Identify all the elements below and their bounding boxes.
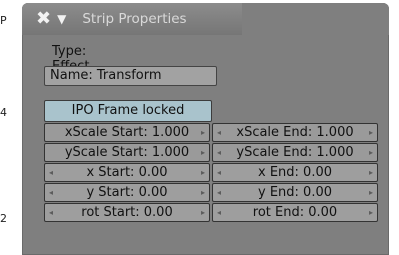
increment-arrow-icon[interactable]: ▸ xyxy=(201,144,205,161)
side-marker: P xyxy=(0,14,7,27)
stage: P 4 2 ✖ ▼ Strip Properties Type: Effect … xyxy=(0,0,399,255)
x-start-field[interactable]: ◂ x Start: 0.00 ▸ xyxy=(44,163,210,182)
side-marker: 2 xyxy=(0,212,7,225)
increment-arrow-icon[interactable]: ▸ xyxy=(369,184,373,201)
close-icon[interactable]: ✖ xyxy=(36,10,51,28)
rot-end-field[interactable]: ◂ rot End: 0.00 ▸ xyxy=(212,203,378,222)
yscale-end-field[interactable]: ◂ yScale End: 1.000 ▸ xyxy=(212,143,378,162)
field-label: y End: 0.00 xyxy=(258,185,332,200)
y-end-field[interactable]: ◂ y End: 0.00 ▸ xyxy=(212,183,378,202)
collapse-arrow-icon[interactable]: ▼ xyxy=(57,13,66,25)
decrement-arrow-icon[interactable]: ◂ xyxy=(217,124,221,141)
decrement-arrow-icon[interactable]: ◂ xyxy=(217,164,221,181)
increment-arrow-icon[interactable]: ▸ xyxy=(369,204,373,221)
decrement-arrow-icon[interactable]: ◂ xyxy=(217,184,221,201)
ipo-frame-locked-toggle[interactable]: IPO Frame locked xyxy=(44,100,212,122)
increment-arrow-icon[interactable]: ▸ xyxy=(201,184,205,201)
yscale-start-field[interactable]: yScale Start: 1.000 ▸ xyxy=(44,143,210,162)
decrement-arrow-icon[interactable]: ◂ xyxy=(217,144,221,161)
increment-arrow-icon[interactable]: ▸ xyxy=(369,144,373,161)
rot-start-field[interactable]: ◂ rot Start: 0.00 ▸ xyxy=(44,203,210,222)
increment-arrow-icon[interactable]: ▸ xyxy=(201,204,205,221)
field-row: ◂ x Start: 0.00 ▸ ◂ x End: 0.00 ▸ xyxy=(44,163,380,182)
decrement-arrow-icon[interactable]: ◂ xyxy=(49,164,53,181)
field-row: ◂ rot Start: 0.00 ▸ ◂ rot End: 0.00 ▸ xyxy=(44,203,380,222)
field-label: x End: 0.00 xyxy=(258,165,332,180)
x-end-field[interactable]: ◂ x End: 0.00 ▸ xyxy=(212,163,378,182)
field-label: rot End: 0.00 xyxy=(252,205,338,220)
field-label: x Start: 0.00 xyxy=(86,165,168,180)
field-label: yScale Start: 1.000 xyxy=(64,145,190,160)
field-label: xScale Start: 1.000 xyxy=(64,125,190,140)
field-row: ◂ y Start: 0.00 ▸ ◂ y End: 0.00 ▸ xyxy=(44,183,380,202)
field-row: xScale Start: 1.000 ▸ ◂ xScale End: 1.00… xyxy=(44,123,380,142)
decrement-arrow-icon[interactable]: ◂ xyxy=(49,184,53,201)
field-label: y Start: 0.00 xyxy=(86,185,168,200)
transform-fields-grid: xScale Start: 1.000 ▸ ◂ xScale End: 1.00… xyxy=(44,123,380,223)
field-label: xScale End: 1.000 xyxy=(236,125,354,140)
titlebar-tail xyxy=(242,3,389,35)
decrement-arrow-icon[interactable]: ◂ xyxy=(217,204,221,221)
xscale-start-field[interactable]: xScale Start: 1.000 ▸ xyxy=(44,123,210,142)
increment-arrow-icon[interactable]: ▸ xyxy=(201,164,205,181)
field-label: yScale End: 1.000 xyxy=(236,145,354,160)
y-start-field[interactable]: ◂ y Start: 0.00 ▸ xyxy=(44,183,210,202)
decrement-arrow-icon[interactable]: ◂ xyxy=(49,204,53,221)
increment-arrow-icon[interactable]: ▸ xyxy=(201,124,205,141)
side-marker: 4 xyxy=(0,106,7,119)
field-label: rot Start: 0.00 xyxy=(81,205,173,220)
field-row: yScale Start: 1.000 ▸ ◂ yScale End: 1.00… xyxy=(44,143,380,162)
increment-arrow-icon[interactable]: ▸ xyxy=(369,124,373,141)
strip-name-field[interactable]: Name: Transform xyxy=(44,66,217,86)
panel-titlebar[interactable]: ✖ ▼ Strip Properties xyxy=(22,3,242,35)
xscale-end-field[interactable]: ◂ xScale End: 1.000 ▸ xyxy=(212,123,378,142)
increment-arrow-icon[interactable]: ▸ xyxy=(369,164,373,181)
panel-title: Strip Properties xyxy=(82,11,187,27)
